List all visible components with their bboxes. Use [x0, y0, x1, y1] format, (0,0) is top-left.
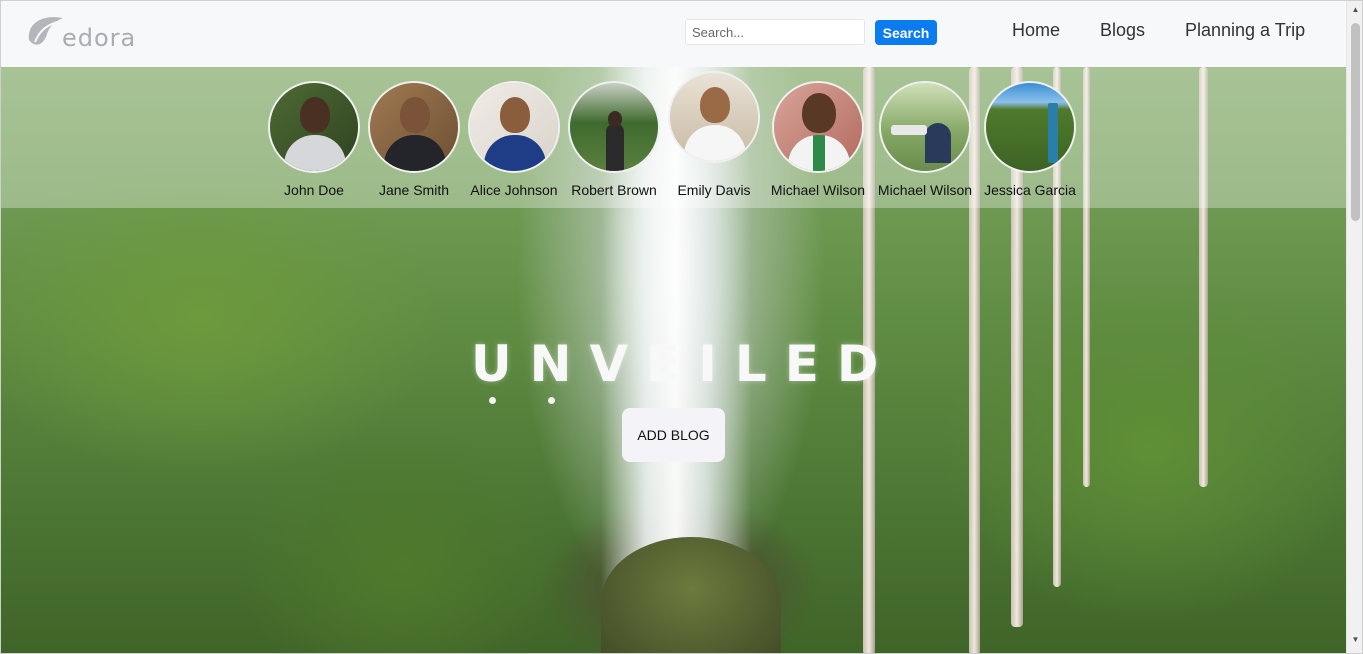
- vertical-scrollbar[interactable]: ▲ ▼: [1346, 1, 1362, 653]
- avatar[interactable]: [468, 81, 560, 173]
- profile-card[interactable]: Robert Brown: [564, 81, 664, 198]
- profiles-band: John Doe Jane Smith Alice Johnson Robert…: [1, 67, 1346, 208]
- scroll-down-arrow-icon[interactable]: ▼: [1351, 635, 1360, 645]
- avatar[interactable]: [772, 81, 864, 173]
- brand-logo[interactable]: edora: [23, 9, 143, 53]
- avatar[interactable]: [668, 71, 760, 163]
- search-input[interactable]: [685, 19, 865, 45]
- profile-card[interactable]: Michael Wilson: [768, 81, 868, 198]
- search-button[interactable]: Search: [875, 20, 937, 45]
- nav-blogs[interactable]: Blogs: [1100, 20, 1145, 41]
- leaf-logo-icon: [28, 17, 63, 45]
- profile-name: Alice Johnson: [470, 182, 558, 198]
- scrollbar-thumb[interactable]: [1351, 23, 1360, 221]
- hero-section: John Doe Jane Smith Alice Johnson Robert…: [1, 67, 1346, 653]
- dot-decor: [489, 397, 496, 404]
- nav-planning-a-trip[interactable]: Planning a Trip: [1185, 20, 1305, 41]
- avatar[interactable]: [568, 81, 660, 173]
- brand-name: edora: [62, 24, 137, 52]
- profile-name: John Doe: [284, 182, 344, 198]
- scroll-up-arrow-icon[interactable]: ▲: [1351, 5, 1360, 15]
- profile-card[interactable]: Michael Wilson: [875, 81, 975, 198]
- nav-home[interactable]: Home: [1012, 20, 1060, 41]
- browser-viewport: edora Search Home Blogs Planning a Trip …: [0, 0, 1363, 654]
- profile-card[interactable]: Emily Davis: [664, 71, 764, 198]
- profile-name: Jane Smith: [378, 182, 450, 198]
- profile-name: Michael Wilson: [770, 182, 866, 198]
- profile-name: Michael Wilson: [877, 182, 973, 198]
- profile-card[interactable]: Jane Smith: [364, 81, 464, 198]
- profile-name: Jessica Garcia: [984, 182, 1076, 198]
- avatar[interactable]: [268, 81, 360, 173]
- profile-card[interactable]: John Doe: [264, 81, 364, 198]
- profile-name: Emily Davis: [677, 182, 751, 198]
- profile-card[interactable]: Alice Johnson: [464, 81, 564, 198]
- dot-decor: [548, 397, 555, 404]
- avatar[interactable]: [879, 81, 971, 173]
- navbar: edora Search Home Blogs Planning a Trip: [1, 1, 1346, 67]
- avatar[interactable]: [984, 81, 1076, 173]
- rock-decor: [601, 537, 781, 653]
- avatar[interactable]: [368, 81, 460, 173]
- hero-title: UNVEILED: [471, 335, 897, 393]
- profile-name: Robert Brown: [571, 182, 657, 198]
- profile-card[interactable]: Jessica Garcia: [980, 81, 1080, 198]
- add-blog-button[interactable]: ADD BLOG: [622, 408, 725, 462]
